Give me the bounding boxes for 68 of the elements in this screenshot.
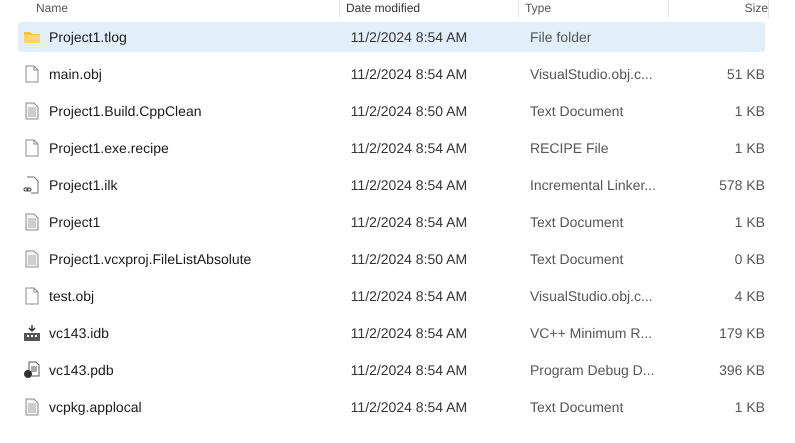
column-header[interactable]: Name bbox=[18, 0, 340, 18]
date-modified: 11/2/2024 8:54 AM bbox=[350, 214, 468, 230]
file-row[interactable]: Project1.Build.CppClean 11/2/2024 8:50 AM Text Document 1 KB bbox=[18, 96, 765, 126]
file-row[interactable]: vc143.pdb 11/2/2024 8:54 AM Program Debug D... 396 KB bbox=[18, 355, 765, 385]
file-type: Program Debug D... bbox=[528, 362, 656, 378]
file-row[interactable]: Project1.vcxproj.FileListAbsolute 11/2/2024 8:50 AM Text Document 0 KB bbox=[18, 244, 765, 274]
file-size: 1 KB bbox=[734, 103, 765, 119]
file-type: VisualStudio.obj.c... bbox=[528, 288, 654, 304]
file-row[interactable]: vcpkg.applocal 11/2/2024 8:54 AM Text Document 1 KB bbox=[18, 392, 765, 422]
file-icon bbox=[23, 139, 41, 157]
debug-file-icon bbox=[23, 361, 41, 379]
file-type: Incremental Linker... bbox=[528, 177, 658, 193]
file-size: 578 KB bbox=[719, 177, 765, 193]
file-name: vc143.idb bbox=[49, 325, 109, 341]
file-name: Project1.Build.CppClean bbox=[49, 103, 202, 119]
text-file-icon bbox=[23, 250, 41, 268]
file-name: Project1.ilk bbox=[49, 177, 118, 193]
file-row[interactable]: Project1 11/2/2024 8:54 AM Text Document 1 KB bbox=[18, 207, 765, 237]
date-modified: 11/2/2024 8:54 AM bbox=[350, 140, 468, 156]
file-type: RECIPE File bbox=[528, 140, 610, 156]
file-size: 179 KB bbox=[719, 325, 765, 341]
file-row[interactable]: main.obj 11/2/2024 8:54 AM VisualStudio.obj.c... 51 KB bbox=[18, 59, 765, 89]
file-type: Text Document bbox=[528, 103, 624, 119]
date-modified: 11/2/2024 8:54 AM bbox=[350, 177, 468, 193]
file-size: 51 KB bbox=[726, 66, 765, 82]
file-size: 1 KB bbox=[734, 140, 765, 156]
column-header[interactable]: Size bbox=[669, 0, 769, 18]
date-modified: 11/2/2024 8:54 AM bbox=[350, 29, 468, 45]
text-file-icon bbox=[23, 398, 41, 416]
file-type: File folder bbox=[528, 29, 592, 45]
date-modified: 11/2/2024 8:54 AM bbox=[350, 66, 468, 82]
date-modified: 11/2/2024 8:54 AM bbox=[350, 325, 468, 341]
file-row[interactable]: Project1.tlog 11/2/2024 8:54 AM File folder bbox=[18, 22, 765, 52]
file-type: VC++ Minimum R... bbox=[528, 325, 654, 341]
file-row[interactable]: Project1.ilk 11/2/2024 8:54 AM Incremental Linker... 578 KB bbox=[18, 170, 765, 200]
text-file-icon bbox=[23, 102, 41, 120]
file-name: Project1.exe.recipe bbox=[49, 140, 169, 156]
file-size: 396 KB bbox=[719, 362, 765, 378]
file-row[interactable]: Project1.exe.recipe 11/2/2024 8:54 AM RECIPE File 1 KB bbox=[18, 133, 765, 163]
file-name: Project1.vcxproj.FileListAbsolute bbox=[49, 251, 252, 267]
file-type: Text Document bbox=[528, 399, 624, 415]
column-header[interactable]: Date modified bbox=[340, 0, 519, 18]
column-header[interactable]: Type bbox=[519, 0, 669, 18]
database-icon bbox=[23, 324, 41, 342]
file-type: Text Document bbox=[528, 251, 624, 267]
date-modified: 11/2/2024 8:50 AM bbox=[350, 103, 468, 119]
file-name: Project1 bbox=[49, 214, 100, 230]
file-size: 1 KB bbox=[734, 214, 765, 230]
date-modified: 11/2/2024 8:54 AM bbox=[350, 399, 468, 415]
file-name: vc143.pdb bbox=[49, 362, 114, 378]
date-modified: 11/2/2024 8:54 AM bbox=[350, 288, 468, 304]
file-row[interactable]: vc143.idb 11/2/2024 8:54 AM VC++ Minimum R... 179 KB bbox=[18, 318, 765, 348]
file-row[interactable]: test.obj 11/2/2024 8:54 AM VisualStudio.obj.c... 4 KB bbox=[18, 281, 765, 311]
file-icon bbox=[23, 287, 41, 305]
file-size: 4 KB bbox=[734, 288, 765, 304]
file-size: 1 KB bbox=[734, 399, 765, 415]
file-name: main.obj bbox=[49, 66, 102, 82]
file-name: test.obj bbox=[49, 288, 94, 304]
text-file-icon bbox=[23, 213, 41, 231]
file-type: VisualStudio.obj.c... bbox=[528, 66, 654, 82]
date-modified: 11/2/2024 8:54 AM bbox=[350, 362, 468, 378]
file-icon bbox=[23, 65, 41, 83]
file-name: Project1.tlog bbox=[49, 29, 127, 45]
linked-file-icon bbox=[23, 176, 41, 194]
file-size: 0 KB bbox=[734, 251, 765, 267]
file-name: vcpkg.applocal bbox=[49, 399, 142, 415]
file-type: Text Document bbox=[528, 214, 624, 230]
date-modified: 11/2/2024 8:50 AM bbox=[350, 251, 468, 267]
